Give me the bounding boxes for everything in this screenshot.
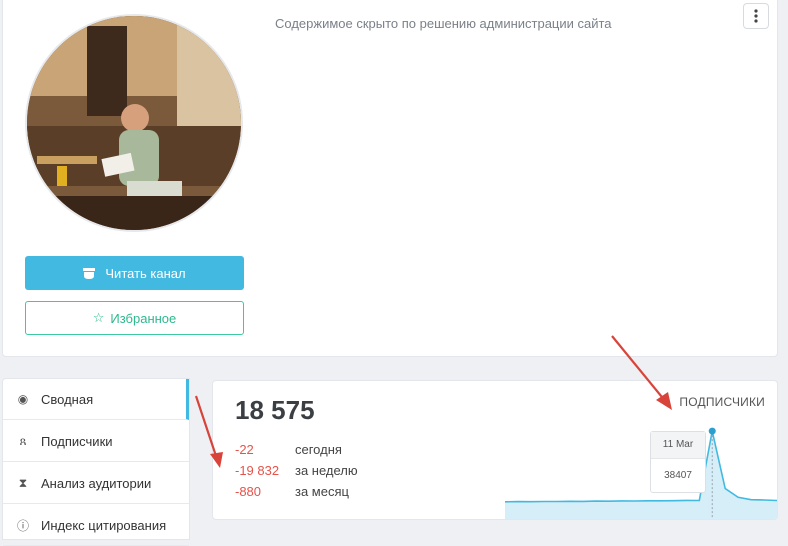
chart-peak-point — [708, 427, 716, 435]
vertical-dots-icon — [754, 9, 758, 23]
channel-avatar — [25, 14, 243, 232]
chart-tooltip: 11 Mar 38407 — [650, 431, 706, 493]
subscribers-chart-label: ПОДПИСЧИКИ — [679, 395, 765, 409]
sidebar-item-label: Сводная — [41, 391, 94, 407]
sidebar-item-label: Подписчики — [41, 433, 113, 449]
channel-profile-card: Содержимое скрыто по решению администрац… — [2, 0, 778, 357]
delta-value: -880 — [235, 484, 262, 499]
delta-value: -19 832 — [235, 463, 280, 478]
favorite-label: Избранное — [110, 310, 177, 326]
sidebar-item-audience[interactable]: ⧗ Анализ аудитории — [3, 463, 189, 504]
read-channel-button[interactable]: Читать канал — [25, 256, 244, 290]
sidebar-item-citation-index[interactable]: ⓘ Индекс цитирования — [3, 505, 189, 546]
subscribers-stats-card: 18 575 ПОДПИСЧИКИ -22 сегодня -19 832 за… — [212, 380, 778, 520]
hourglass-icon: ⧗ — [18, 475, 28, 490]
channel-sidebar: ◉ Сводная ጸ Подписчики ⧗ Анализ аудитори… — [2, 378, 190, 546]
sidebar-item-label: Анализ аудитории — [41, 475, 152, 491]
delta-label: за неделю — [295, 463, 358, 478]
info-icon: ⓘ — [16, 518, 29, 533]
delta-today: -22 сегодня — [235, 442, 342, 457]
users-icon: ጸ — [19, 433, 27, 448]
annotation-arrow-chart — [611, 335, 672, 410]
subscribers-sparkline[interactable] — [505, 421, 777, 519]
delta-value: -22 — [235, 442, 254, 457]
delta-week: -19 832 за неделю — [235, 463, 358, 478]
sidebar-item-summary[interactable]: ◉ Сводная — [3, 379, 189, 420]
read-channel-label: Читать канал — [105, 265, 186, 281]
delta-label: за месяц — [295, 484, 349, 499]
favorite-button[interactable]: ☆ Избранное — [25, 301, 244, 335]
delta-month: -880 за месяц — [235, 484, 349, 499]
tooltip-date: 11 Mar — [651, 432, 705, 459]
chart-area — [505, 431, 777, 519]
annotation-arrow-deltas — [194, 395, 223, 468]
hidden-content-note: Содержимое скрыто по решению администрац… — [275, 16, 612, 31]
delta-label: сегодня — [295, 442, 342, 457]
tooltip-value: 38407 — [664, 470, 692, 481]
megaphone-icon — [83, 267, 96, 279]
sidebar-item-label: Индекс цитирования — [41, 517, 167, 533]
chart-line — [505, 430, 777, 503]
sidebar-item-subscribers[interactable]: ጸ Подписчики — [3, 421, 189, 462]
dashboard-icon: ◉ — [17, 392, 29, 406]
star-icon: ☆ — [92, 310, 105, 325]
more-options-button[interactable] — [743, 3, 769, 29]
subscribers-count: 18 575 — [235, 395, 315, 425]
